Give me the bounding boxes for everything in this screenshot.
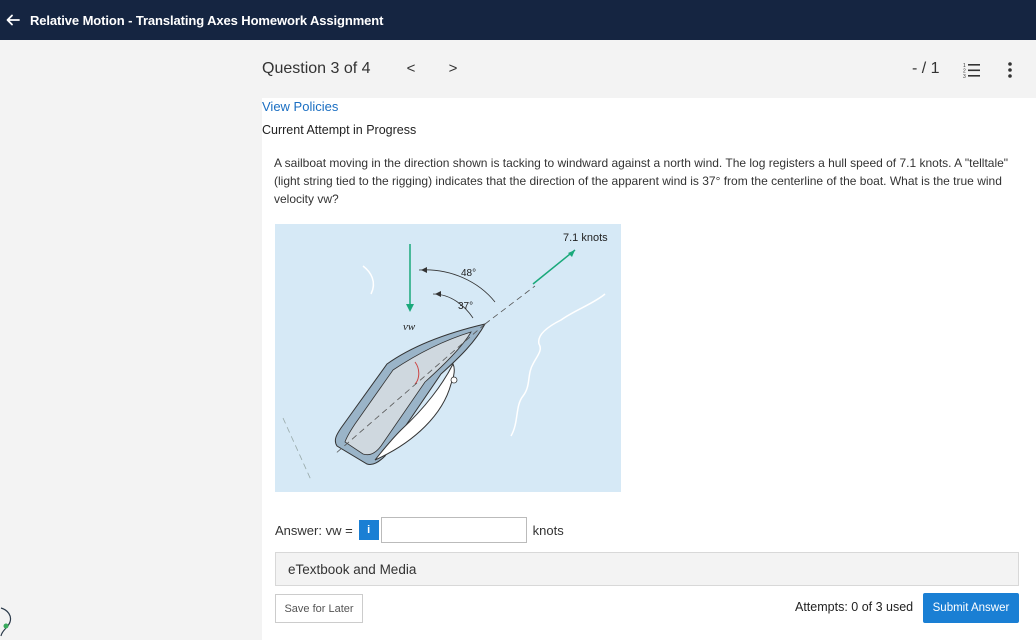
attempts-counter: Attempts: 0 of 3 used: [795, 600, 914, 614]
left-gutter: [0, 40, 262, 640]
info-icon[interactable]: i: [358, 520, 379, 540]
wind-velocity-label: vw: [403, 321, 416, 333]
question-counter: Question 3 of 4: [262, 60, 371, 77]
view-policies-link[interactable]: View Policies: [262, 99, 338, 114]
answer-row: Answer: vw = i knots: [275, 517, 564, 543]
etextbook-media-button[interactable]: eTextbook and Media: [275, 552, 1019, 586]
question-score: - / 1: [912, 60, 940, 77]
top-bar: Relative Motion - Translating Axes Homew…: [0, 0, 1036, 40]
answer-unit: knots: [532, 522, 564, 538]
answer-label: Answer: vw =: [275, 522, 353, 538]
question-header: Question 3 of 4 < > - / 1 1 2 3: [262, 40, 1036, 98]
previous-question-button[interactable]: <: [404, 60, 418, 77]
sailboat-figure: 7.1 knots 48° 37° vw: [275, 224, 621, 492]
submit-answer-button[interactable]: Submit Answer: [923, 593, 1019, 623]
angle-37-label: 37°: [458, 301, 473, 312]
sidebar-badge-icon[interactable]: [0, 604, 18, 640]
more-vertical-icon[interactable]: [1002, 60, 1018, 80]
answer-input[interactable]: [380, 517, 527, 543]
arrow-left-icon[interactable]: [2, 0, 24, 40]
next-question-button[interactable]: >: [446, 60, 460, 77]
attempt-status: Current Attempt in Progress: [262, 123, 417, 137]
save-for-later-button[interactable]: Save for Later: [275, 594, 363, 623]
svg-text:3: 3: [963, 74, 966, 80]
angle-48-label: 48°: [461, 268, 476, 279]
speed-label: 7.1 knots: [563, 232, 608, 244]
list-icon[interactable]: 1 2 3: [962, 60, 982, 80]
question-content: View Policies Current Attempt in Progres…: [262, 98, 1036, 640]
question-text: A sailboat moving in the direction shown…: [274, 156, 1009, 206]
assignment-title: Relative Motion - Translating Axes Homew…: [30, 12, 384, 28]
